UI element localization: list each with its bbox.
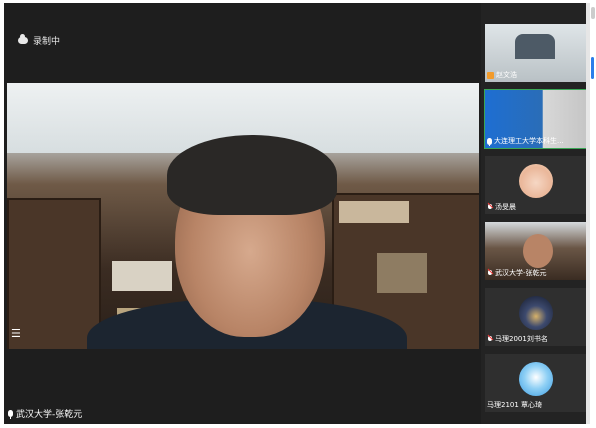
microphone-icon [8, 410, 13, 419]
avatar [519, 362, 553, 396]
participant-tile[interactable]: 武汉大学-张乾元 [485, 222, 589, 280]
participant-tile[interactable]: 赵文浩 [485, 24, 589, 82]
cloud-recording-icon [18, 34, 28, 44]
main-speaker-name: 武汉大学-张乾元 [16, 410, 83, 420]
person-avatar-icon [487, 71, 494, 79]
video-bookshelf-left [7, 198, 101, 349]
participant-label: 汤旻晨 [487, 202, 516, 212]
microphone-muted-icon [487, 269, 493, 277]
recording-indicator[interactable]: 录制中 [18, 34, 60, 47]
participant-video [523, 234, 553, 268]
participant-name: 大连理工大学本科生... [494, 137, 564, 145]
scrollbar[interactable] [586, 3, 590, 424]
participant-label: 赵文浩 [487, 70, 517, 80]
video-person-hair [167, 135, 337, 215]
video-books [112, 261, 172, 291]
recording-label: 录制中 [33, 37, 61, 47]
participant-name: 武汉大学-张乾元 [495, 269, 547, 277]
participant-name: 马理2101 覃心琦 [487, 401, 543, 409]
microphone-muted-icon [487, 203, 493, 211]
avatar [519, 296, 553, 330]
participant-label: 武汉大学-张乾元 [487, 268, 547, 278]
participant-name: 马理2001刘书名 [495, 335, 548, 343]
avatar [519, 164, 553, 198]
participant-tile[interactable]: 汤旻晨 [485, 156, 589, 214]
scrollbar-top-marker [591, 7, 595, 19]
participant-tile[interactable]: 马理2101 覃心琦 [485, 354, 589, 412]
participant-tile[interactable]: 马理2001刘书名 [485, 288, 589, 346]
video-books [339, 201, 409, 223]
main-stage: 录制中 ☰ 武汉大学-张乾元 [4, 3, 481, 424]
participant-tile[interactable]: 大连理工大学本科生... [484, 89, 590, 149]
video-books [377, 253, 427, 293]
participant-label: 马理2101 覃心琦 [487, 400, 542, 410]
main-speaker-tag: 武汉大学-张乾元 [8, 407, 82, 420]
participant-label: 马理2001刘书名 [487, 334, 548, 344]
meeting-window: 录制中 ☰ 武汉大学-张乾元 赵文浩 大连理工大学本科生... 汤旻晨 武汉大学… [4, 3, 590, 424]
participant-name: 汤旻晨 [495, 203, 516, 211]
participant-label: 大连理工大学本科生... [487, 136, 564, 146]
participant-list[interactable]: 赵文浩 大连理工大学本科生... 汤旻晨 武汉大学-张乾元 马理2001刘书名 … [484, 24, 590, 412]
participant-video [515, 34, 555, 59]
participant-name: 赵文浩 [496, 71, 517, 79]
scrollbar-thumb[interactable] [591, 57, 594, 79]
list-menu-icon[interactable]: ☰ [11, 328, 21, 339]
microphone-icon [487, 137, 492, 146]
main-video[interactable] [7, 83, 479, 349]
microphone-muted-icon [487, 335, 493, 343]
